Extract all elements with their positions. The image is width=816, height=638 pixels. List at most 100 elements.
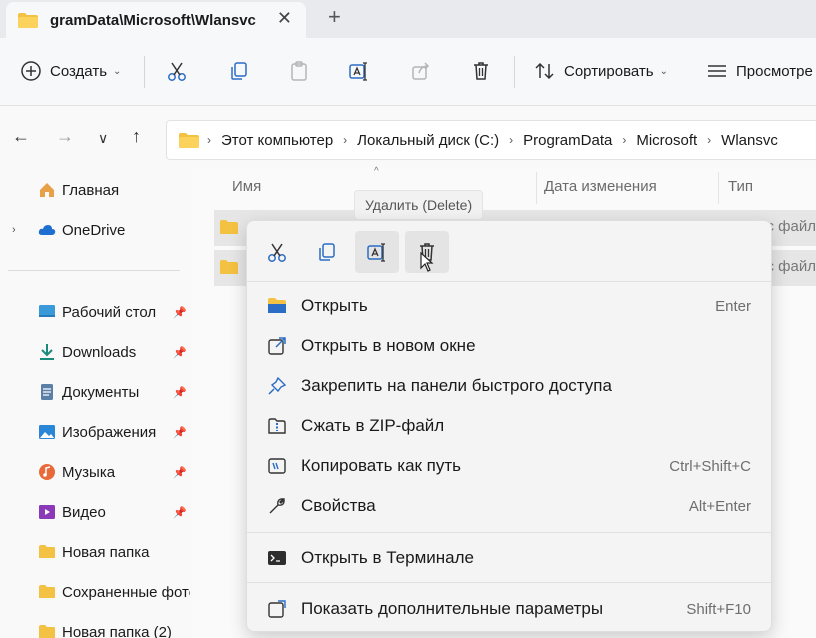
delete-tooltip: Удалить (Delete)	[354, 190, 484, 220]
menu-item-label: Копировать как путь	[301, 456, 462, 475]
tab-title: gramData\Microsoft\Wlansvc	[50, 11, 256, 29]
menu-item-open-terminal[interactable]: Открыть в Терминале	[251, 538, 767, 578]
folder-icon	[179, 132, 199, 148]
music-icon	[39, 464, 55, 480]
menu-item-compress-zip[interactable]: Сжать в ZIP-файл	[251, 406, 767, 446]
menu-item-open-new-window[interactable]: Открыть в новом окне	[251, 326, 767, 366]
menu-item-properties[interactable]: Свойства Alt+Enter	[251, 486, 767, 526]
menu-item-open[interactable]: Открыть Enter	[251, 286, 767, 326]
recent-locations-button[interactable]: ∨	[98, 130, 108, 147]
view-icon	[708, 65, 726, 77]
copy-icon	[231, 62, 247, 80]
wrench-icon	[269, 498, 285, 514]
menu-item-pin-quick-access[interactable]: Закрепить на панели быстрого доступа	[251, 366, 767, 406]
more-options-icon	[268, 600, 286, 618]
breadcrumb-this-pc[interactable]: Этот компьютер	[221, 132, 333, 149]
command-bar: Создать ⌄ Сортировать ⌄ Просмотре	[0, 38, 816, 106]
sidebar-item-new-folder[interactable]: Новая папка	[0, 534, 192, 570]
folder-icon	[39, 545, 55, 558]
folder-icon	[39, 625, 55, 638]
pin-icon	[268, 376, 287, 395]
paste-button[interactable]	[288, 56, 310, 86]
breadcrumb-separator: ›	[622, 133, 627, 147]
create-label: Создать	[50, 62, 108, 80]
address-bar[interactable]: › Этот компьютер › Локальный диск (C:) ›…	[166, 120, 816, 160]
documents-icon	[41, 384, 53, 400]
sort-button[interactable]: Сортировать ⌄	[534, 56, 668, 86]
divider	[8, 270, 180, 271]
sidebar-item-onedrive[interactable]: › OneDrive	[0, 212, 192, 248]
row-type: с файл	[766, 218, 816, 235]
sidebar-item-pictures[interactable]: Изображения 📌	[0, 414, 192, 450]
menu-item-show-more-options[interactable]: Показать дополнительные параметры Shift+…	[251, 589, 767, 629]
new-tab-button[interactable]: +	[328, 4, 341, 30]
divider	[247, 582, 771, 583]
sidebar-item-label: Документы	[62, 383, 140, 401]
chevron-down-icon: ⌄	[659, 65, 669, 77]
cut-button[interactable]	[166, 56, 188, 86]
sort-icon	[535, 62, 554, 80]
divider	[247, 532, 771, 533]
sidebar-item-label: Сохраненные фото	[62, 583, 190, 601]
sidebar-item-label: Downloads	[62, 343, 137, 361]
navigation-row: ← → ∨ ↑ › Этот компьютер › Локальный дис…	[0, 106, 816, 168]
folder-icon	[39, 585, 55, 598]
pin-icon: 📌	[173, 426, 187, 439]
sidebar-item-home[interactable]: Главная	[0, 172, 192, 208]
divider	[144, 56, 145, 88]
view-button[interactable]: Просмотре	[706, 56, 813, 86]
close-tab-button[interactable]: ✕	[277, 8, 292, 29]
breadcrumb-wlansvc[interactable]: Wlansvc	[721, 132, 778, 149]
rename-icon	[349, 62, 367, 81]
divider	[514, 56, 515, 88]
sidebar-item-video[interactable]: Видео 📌	[0, 494, 192, 530]
delete-button[interactable]	[470, 56, 492, 86]
sidebar-item-music[interactable]: Музыка 📌	[0, 454, 192, 490]
sidebar-item-label: Видео	[62, 503, 106, 521]
sidebar-item-downloads[interactable]: Downloads 📌	[0, 334, 192, 370]
forward-button[interactable]: →	[56, 126, 74, 147]
share-icon	[412, 62, 430, 80]
pin-icon: 📌	[173, 506, 187, 519]
share-button[interactable]	[410, 56, 432, 86]
up-button[interactable]: ↑	[132, 126, 141, 147]
breadcrumb-separator: ›	[343, 133, 348, 147]
breadcrumb-programdata[interactable]: ProgramData	[523, 132, 612, 149]
pin-icon: 📌	[173, 306, 187, 319]
menu-item-copy-as-path[interactable]: Копировать как путь Ctrl+Shift+C	[251, 446, 767, 486]
column-divider[interactable]	[718, 172, 719, 204]
sidebar-item-label: Новая папка	[62, 543, 150, 561]
context-menu: Открыть Enter Открыть в новом окне Закре…	[246, 220, 772, 632]
menu-item-shortcut: Enter	[715, 297, 751, 315]
sidebar-item-documents[interactable]: Документы 📌	[0, 374, 192, 410]
chevron-right-icon[interactable]: ›	[12, 224, 16, 236]
open-new-window-icon	[268, 337, 286, 355]
context-rename-button[interactable]	[355, 231, 399, 273]
sidebar-item-saved-photos[interactable]: Сохраненные фото	[0, 574, 192, 610]
zip-folder-icon	[268, 418, 286, 434]
create-button[interactable]: Создать ⌄	[20, 56, 121, 86]
folder-open-icon	[268, 298, 286, 313]
breadcrumb-microsoft[interactable]: Microsoft	[636, 132, 697, 149]
breadcrumb-separator: ›	[707, 133, 712, 147]
menu-item-label: Сжать в ZIP-файл	[301, 416, 445, 435]
copy-button[interactable]	[228, 56, 250, 86]
clipboard-icon	[291, 61, 307, 81]
cloud-icon	[38, 225, 56, 235]
back-button[interactable]: ←	[12, 126, 30, 147]
context-cut-button[interactable]	[255, 231, 299, 273]
context-copy-button[interactable]	[305, 231, 349, 273]
sidebar-item-new-folder-2[interactable]: Новая папка (2)	[0, 614, 192, 638]
column-header-name[interactable]: Имя	[232, 178, 261, 195]
sidebar-item-label: Рабочий стол	[62, 303, 157, 321]
column-divider[interactable]	[536, 172, 537, 204]
column-header-date[interactable]: Дата изменения	[544, 178, 657, 195]
tab-wlansvc[interactable]: gramData\Microsoft\Wlansvc ✕	[6, 2, 306, 38]
column-header-type[interactable]: Тип	[728, 178, 753, 195]
breadcrumb-local-disk[interactable]: Локальный диск (C:)	[357, 132, 499, 149]
copy-icon	[319, 243, 335, 261]
divider	[247, 281, 771, 282]
sidebar-item-desktop[interactable]: Рабочий стол 📌	[0, 294, 192, 330]
rename-button[interactable]	[348, 56, 370, 86]
sidebar-item-label: OneDrive	[62, 221, 126, 239]
